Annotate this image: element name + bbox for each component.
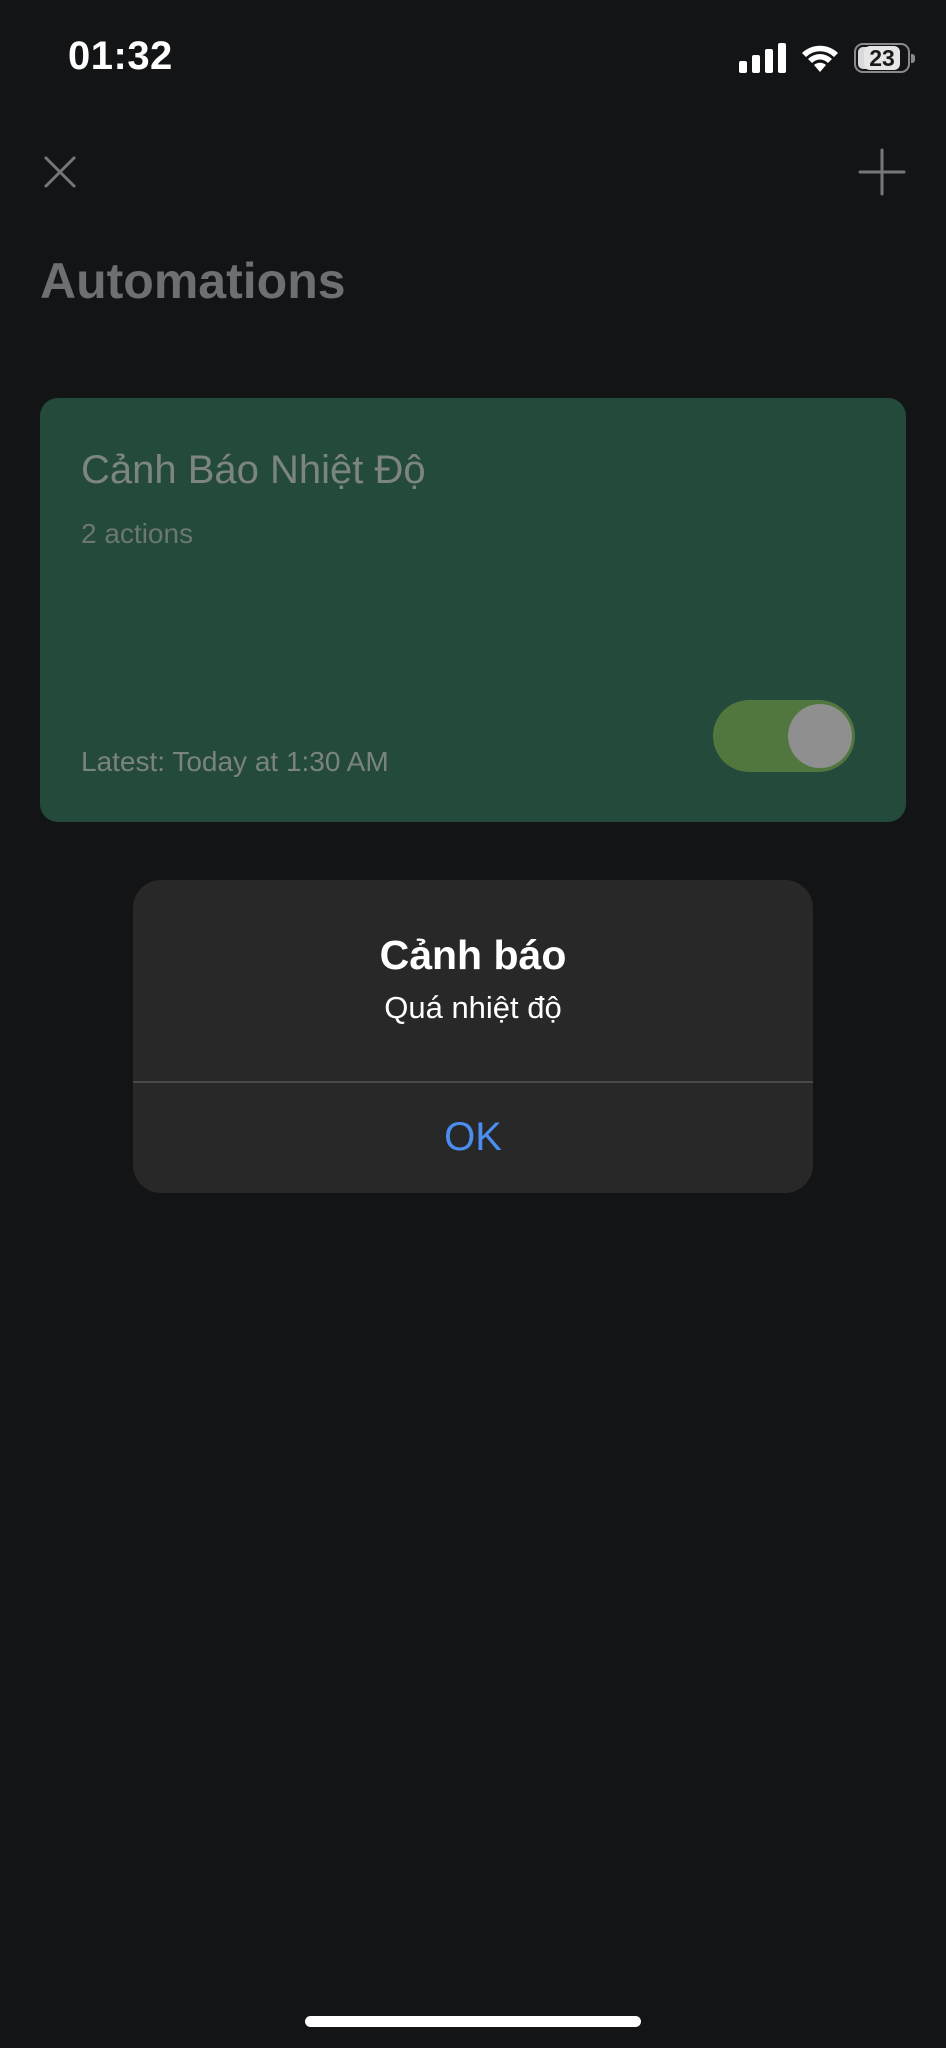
signal-icon	[739, 43, 786, 73]
toggle-knob	[788, 704, 852, 768]
wifi-icon	[802, 45, 838, 72]
battery-icon: 23	[854, 43, 915, 73]
alert-ok-button[interactable]: OK	[133, 1082, 813, 1193]
automations-screen: 01:32 23 Automations Cảnh Báo Nhiệt Độ 2	[0, 0, 946, 2048]
automation-card[interactable]: Cảnh Báo Nhiệt Độ 2 actions Latest: Toda…	[40, 398, 906, 822]
plus-icon[interactable]	[858, 148, 906, 196]
automation-actions-count: 2 actions	[81, 518, 194, 549]
close-icon[interactable]	[40, 152, 80, 192]
automation-latest-run: Latest: Today at 1:30 AM	[81, 746, 389, 777]
page-title: Automations	[40, 253, 346, 309]
status-time: 01:32	[68, 34, 173, 78]
battery-level: 23	[864, 46, 900, 70]
alert-dialog: Cảnh báo Quá nhiệt độ OK	[133, 880, 813, 1193]
status-icons: 23	[739, 40, 915, 76]
alert-message: Quá nhiệt độ	[384, 990, 562, 1025]
home-indicator[interactable]	[305, 2016, 641, 2027]
alert-title: Cảnh báo	[379, 932, 567, 978]
automation-title: Cảnh Báo Nhiệt Độ	[81, 448, 426, 492]
automation-toggle[interactable]	[713, 700, 855, 772]
